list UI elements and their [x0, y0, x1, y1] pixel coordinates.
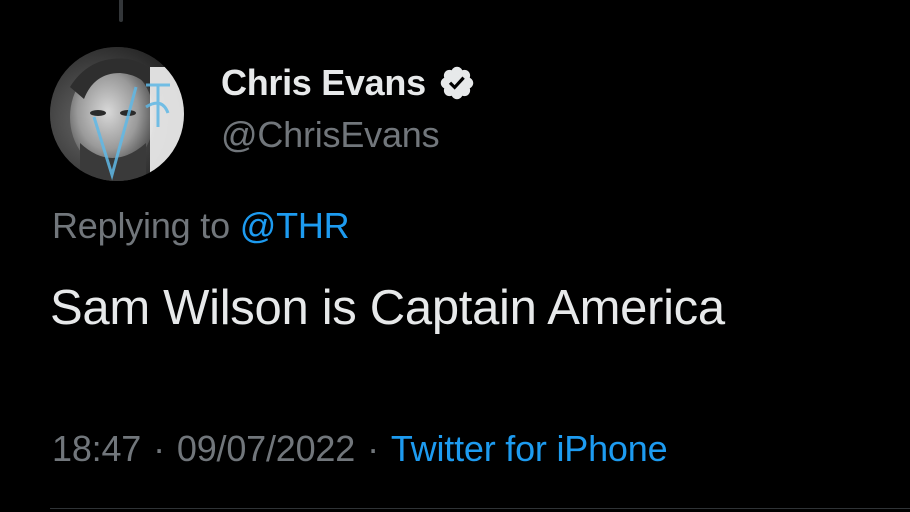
avatar-photo	[50, 47, 184, 181]
author-handle[interactable]: @ChrisEvans	[221, 114, 440, 156]
meta-separator: ·	[153, 428, 165, 469]
author-name-row: Chris Evans	[221, 60, 476, 106]
author-display-name[interactable]: Chris Evans	[221, 62, 426, 104]
tweet-time[interactable]: 18:47	[52, 428, 141, 469]
tweet-source-link[interactable]: Twitter for iPhone	[391, 428, 668, 469]
tweet-date[interactable]: 09/07/2022	[177, 428, 355, 469]
replying-to-line: Replying to @THR	[52, 205, 350, 247]
verified-badge-icon	[438, 64, 476, 102]
meta-separator: ·	[367, 428, 379, 469]
tweet-text: Sam Wilson is Captain America	[50, 281, 725, 335]
avatar[interactable]	[50, 47, 184, 181]
replying-to-label: Replying to	[52, 205, 230, 246]
divider	[50, 508, 910, 509]
reply-mention-link[interactable]: @THR	[240, 205, 350, 246]
tweet-meta: 18:47 · 09/07/2022 · Twitter for iPhone	[52, 428, 668, 470]
thread-connector-line	[119, 0, 123, 22]
